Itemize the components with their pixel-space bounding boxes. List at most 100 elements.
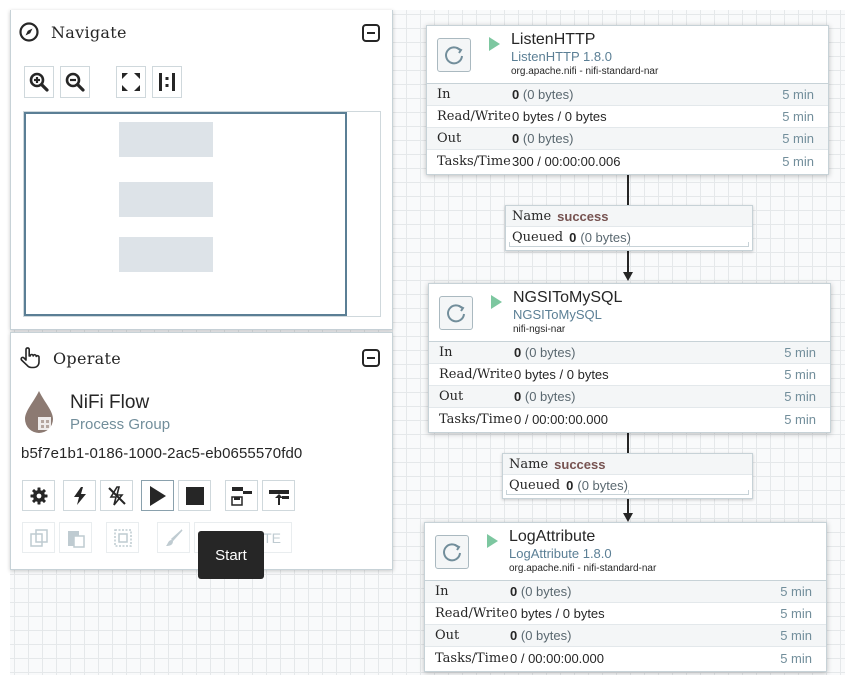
group-button[interactable]	[106, 522, 139, 553]
stat-value: 0 (0 bytes)	[512, 131, 574, 146]
start-tooltip: Start	[198, 531, 264, 579]
connection-arrow	[623, 272, 633, 281]
fit-button[interactable]	[116, 66, 146, 98]
connection-label[interactable]: Name success Queued 0 (0 bytes)	[502, 453, 753, 499]
zoom-out-button[interactable]	[60, 66, 90, 98]
copy-button[interactable]	[22, 522, 55, 553]
stat-value: 0 (0 bytes)	[510, 628, 572, 643]
stat-label: Read/Write	[437, 109, 512, 124]
processor-type: ListenHTTP 1.8.0	[511, 49, 612, 64]
flow-name: NiFi Flow	[70, 392, 150, 413]
stat-row-out: Out 0 (0 bytes) 5 min	[425, 625, 826, 647]
connection-name-row: Name success	[503, 454, 752, 475]
connection-label[interactable]: Name success Queued 0 (0 bytes)	[505, 205, 753, 251]
upload-template-icon	[268, 489, 289, 505]
stat-label: Out	[437, 131, 462, 146]
stat-value: 0 / 00:00:00.000	[514, 411, 608, 427]
stop-icon	[185, 486, 204, 505]
stat-time: 5 min	[784, 389, 816, 404]
stat-value: 0 bytes / 0 bytes	[514, 367, 609, 382]
running-status-icon	[489, 37, 500, 51]
copy-icon	[29, 528, 48, 547]
navigate-collapse-button[interactable]	[362, 24, 380, 42]
operate-toolbar-row-1	[22, 480, 299, 511]
processor-header: LogAttribute LogAttribute 1.8.0 org.apac…	[425, 523, 826, 581]
navigate-toolbar	[24, 66, 182, 98]
paste-button[interactable]	[59, 522, 92, 553]
stat-label: Tasks/Time	[435, 650, 509, 666]
stat-row-tasks: Tasks/Time 0 / 00:00:00.000 5 min	[425, 647, 826, 669]
processor-name: NGSIToMySQL	[513, 289, 623, 306]
stat-row-in: In 0 (0 bytes) 5 min	[427, 84, 828, 106]
stat-row-tasks: Tasks/Time 0 / 00:00:00.000 5 min	[429, 408, 830, 430]
processor-stats: In 0 (0 bytes) 5 min Read/Write 0 bytes …	[425, 581, 826, 669]
birdseye-view[interactable]	[23, 111, 381, 317]
disable-button[interactable]	[100, 480, 133, 511]
operate-collapse-button[interactable]	[362, 349, 380, 367]
group-icon	[113, 528, 132, 547]
running-status-icon	[491, 295, 502, 309]
running-status-icon	[487, 534, 498, 548]
processor-cycle-icon	[447, 304, 465, 323]
lightning-icon	[73, 486, 86, 505]
processor-logattribute[interactable]: LogAttribute LogAttribute 1.8.0 org.apac…	[424, 522, 827, 672]
stat-label: Read/Write	[439, 367, 514, 382]
stat-time: 5 min	[784, 367, 816, 382]
stat-value: 0 bytes / 0 bytes	[510, 606, 605, 621]
stop-button[interactable]	[178, 480, 211, 511]
stat-row-out: Out 0 (0 bytes) 5 min	[427, 128, 828, 150]
stat-label: Tasks/Time	[439, 411, 513, 427]
stat-row-in: In 0 (0 bytes) 5 min	[429, 342, 830, 364]
create-template-button[interactable]	[225, 480, 258, 511]
compass-icon	[19, 22, 39, 42]
processor-listenhttp[interactable]: ListenHTTP ListenHTTP 1.8.0 org.apache.n…	[426, 25, 829, 175]
processor-icon	[435, 535, 469, 569]
processor-icon	[437, 38, 471, 72]
processor-header: NGSIToMySQL NGSIToMySQL nifi-ngsi-nar	[429, 284, 830, 342]
actual-size-button[interactable]	[152, 66, 182, 98]
stat-row-out: Out 0 (0 bytes) 5 min	[429, 386, 830, 408]
connection-name-row: Name success	[506, 206, 752, 227]
connection-line[interactable]	[627, 432, 629, 454]
stat-value: 0 / 00:00:00.000	[510, 650, 604, 666]
processor-stats: In 0 (0 bytes) 5 min Read/Write 0 bytes …	[427, 84, 828, 172]
processor-ngsitomysql[interactable]: NGSIToMySQL NGSIToMySQL nifi-ngsi-nar In…	[428, 283, 831, 433]
process-group-icon	[25, 391, 53, 433]
processor-bundle: nifi-ngsi-nar	[513, 324, 566, 335]
configure-button[interactable]	[22, 480, 55, 511]
connection-name-label: Name	[512, 208, 552, 224]
stat-time: 5 min	[780, 650, 812, 666]
processor-icon	[439, 296, 473, 330]
start-button[interactable]	[141, 480, 174, 511]
upload-template-button[interactable]	[262, 480, 295, 511]
connection-line[interactable]	[627, 174, 629, 206]
paintbrush-icon	[165, 528, 183, 546]
birdseye-viewport[interactable]	[24, 112, 347, 316]
processor-cycle-icon	[443, 543, 461, 562]
processor-bundle: org.apache.nifi - nifi-standard-nar	[509, 563, 657, 574]
stat-time: 5 min	[782, 153, 814, 169]
stat-label: Read/Write	[435, 606, 510, 621]
queue-progress-bar	[509, 242, 749, 247]
stat-time: 5 min	[780, 584, 812, 599]
actual-size-icon	[159, 73, 175, 91]
play-icon	[149, 485, 166, 506]
processor-bundle: org.apache.nifi - nifi-standard-nar	[511, 66, 659, 77]
zoom-in-button[interactable]	[24, 66, 54, 98]
stat-time: 5 min	[784, 345, 816, 360]
stat-row-read-write: Read/Write 0 bytes / 0 bytes 5 min	[427, 106, 828, 128]
processor-name: LogAttribute	[509, 528, 596, 545]
stat-value: 0 bytes / 0 bytes	[512, 109, 607, 124]
change-color-button[interactable]	[157, 522, 190, 553]
navigate-panel: Navigate	[10, 10, 393, 330]
stat-row-read-write: Read/Write 0 bytes / 0 bytes 5 min	[425, 603, 826, 625]
canvas-left-margin	[0, 0, 10, 675]
processor-type: LogAttribute 1.8.0	[509, 546, 612, 561]
zoom-in-icon	[29, 72, 49, 92]
flow-type: Process Group	[70, 416, 171, 433]
template-icon	[230, 486, 252, 506]
connection-name: success	[554, 456, 606, 472]
stat-time: 5 min	[780, 628, 812, 643]
lightning-disabled-icon	[107, 485, 126, 505]
enable-button[interactable]	[63, 480, 96, 511]
